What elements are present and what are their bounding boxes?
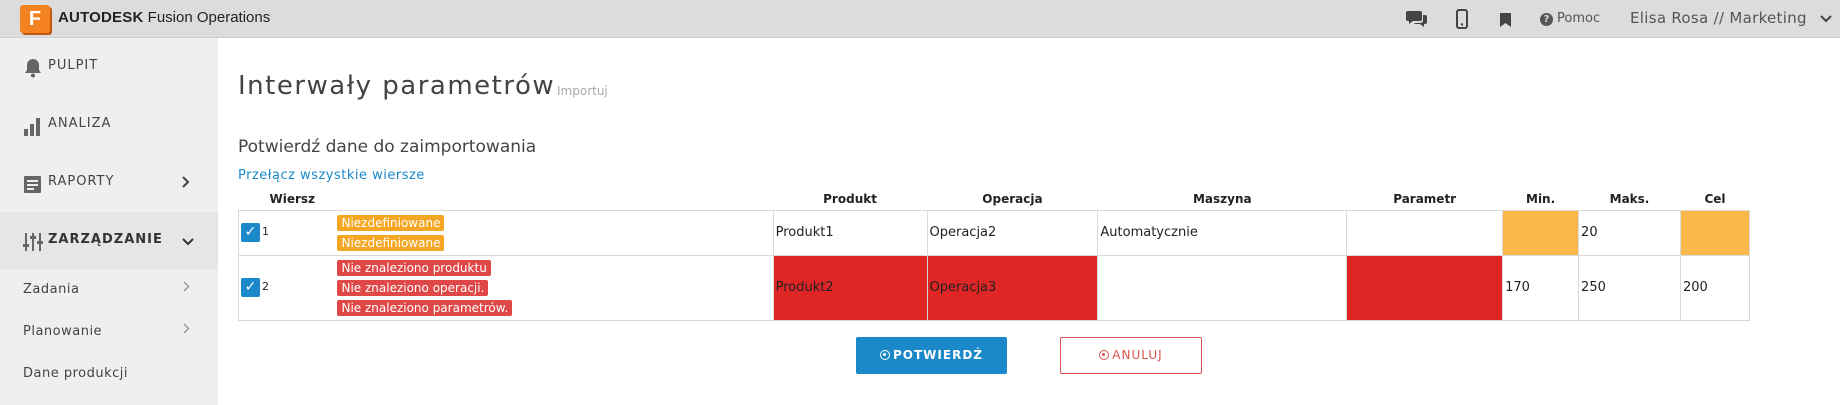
circle-dot-icon bbox=[880, 350, 890, 360]
row-checkbox[interactable]: ✓ bbox=[241, 223, 260, 242]
status-badge: Nie znaleziono operacji. bbox=[337, 279, 489, 296]
row-number: 1 bbox=[262, 225, 269, 238]
bell-icon bbox=[22, 57, 44, 79]
table-header-row: Wiersz Produkt Operacja Maszyna Parametr… bbox=[239, 188, 1750, 210]
bookmark-icon[interactable] bbox=[1500, 12, 1511, 31]
header-wiersz: Wiersz bbox=[269, 191, 316, 206]
row-status-cell: Nie znaleziono produktu Nie znaleziono o… bbox=[335, 254, 774, 321]
row-checkbox[interactable]: ✓ bbox=[241, 278, 260, 297]
brand-name: AUTODESK Fusion Operations bbox=[58, 9, 270, 26]
brand-product: Fusion Operations bbox=[147, 9, 271, 26]
top-bar: F AUTODESK Fusion Operations ? Pomoc Elis… bbox=[0, 0, 1840, 38]
sidebar-subitem-planowanie[interactable]: Planowanie bbox=[0, 312, 218, 352]
chevron-down-icon bbox=[182, 232, 194, 250]
sidebar-item-analiza[interactable]: ANALIZA bbox=[0, 96, 218, 154]
cell-parametr bbox=[1346, 254, 1504, 321]
cell-operacja: Operacja2 bbox=[926, 209, 1099, 256]
sidebar-item-raporty[interactable]: RAPORTY bbox=[0, 154, 218, 212]
cell-maszyna bbox=[1097, 254, 1348, 321]
confirm-label: POTWIERDŹ bbox=[893, 348, 983, 362]
status-badge: Niezdefiniowane bbox=[337, 214, 445, 231]
header-parametr: Parametr bbox=[1393, 191, 1457, 206]
user-menu[interactable]: Elisa Rosa // Marketing bbox=[1630, 9, 1832, 27]
row-select-cell: ✓ 2 bbox=[238, 254, 336, 321]
table-row: ✓ 2 Nie znaleziono produktu Nie znalezion… bbox=[238, 254, 1751, 321]
page-title: Interwały parametrów bbox=[238, 71, 556, 101]
toggle-all-rows-link[interactable]: Przełącz wszystkie wiersze bbox=[238, 168, 425, 183]
cell-produkt: Produkt1 bbox=[772, 209, 928, 256]
bar-chart-icon bbox=[22, 115, 44, 137]
cancel-label: ANULUJ bbox=[1112, 348, 1163, 362]
sidebar: PULPIT ANALIZA RAPORTY ZARZĄDZANIE Zadan… bbox=[0, 38, 218, 405]
header-produkt: Produkt bbox=[823, 191, 877, 206]
chat-icon[interactable] bbox=[1406, 8, 1428, 32]
sidebar-subitem-zadania[interactable]: Zadania bbox=[0, 270, 218, 310]
status-badge: Nie znaleziono parametrów. bbox=[337, 299, 513, 316]
mobile-icon[interactable] bbox=[1456, 9, 1468, 33]
question-icon: ? bbox=[1540, 13, 1553, 26]
header-empty bbox=[335, 188, 773, 210]
fusion-logo-icon[interactable]: F bbox=[20, 5, 50, 33]
sidebar-subitem-label: Dane produkcji bbox=[23, 366, 129, 381]
header-maszyna: Maszyna bbox=[1192, 191, 1252, 206]
cell-cel bbox=[1679, 209, 1751, 256]
section-subtitle: Potwierdź dane do zaimportowania bbox=[238, 137, 537, 157]
table-row: ✓ 1 Niezdefiniowane Niezdefiniowane Produ… bbox=[238, 209, 1751, 256]
cell-maks: 250 bbox=[1578, 254, 1681, 321]
sidebar-item-zarzadzanie[interactable]: ZARZĄDZANIE bbox=[0, 212, 218, 270]
cancel-button[interactable]: ANULUJ bbox=[1060, 337, 1202, 374]
cell-produkt: Produkt2 bbox=[772, 254, 928, 321]
sliders-icon bbox=[22, 231, 44, 253]
chevron-right-icon bbox=[183, 280, 190, 296]
circle-dot-icon bbox=[1099, 350, 1110, 360]
status-badge: Nie znaleziono produktu bbox=[337, 259, 491, 276]
chevron-right-icon bbox=[183, 322, 190, 338]
cell-cel: 200 bbox=[1679, 254, 1751, 321]
status-badge: Niezdefiniowane bbox=[337, 234, 445, 251]
cell-min: 170 bbox=[1502, 254, 1580, 321]
help-label: Pomoc bbox=[1557, 11, 1601, 26]
report-icon bbox=[22, 173, 44, 195]
sidebar-item-label: ANALIZA bbox=[48, 116, 112, 131]
sidebar-subitem-label: Zadania bbox=[23, 282, 80, 297]
brand-bold: AUTODESK bbox=[58, 9, 144, 26]
import-table: Wiersz Produkt Operacja Maszyna Parametr… bbox=[238, 188, 1751, 321]
cell-min bbox=[1502, 209, 1580, 256]
header-operacja: Operacja bbox=[982, 191, 1043, 206]
sidebar-item-label: ZARZĄDZANIE bbox=[48, 232, 163, 247]
header-maks: Maks. bbox=[1609, 191, 1650, 206]
row-select-cell: ✓ 1 bbox=[238, 209, 336, 256]
help-link[interactable]: ? Pomoc bbox=[1540, 11, 1600, 26]
cell-operacja: Operacja3 bbox=[926, 254, 1099, 321]
sidebar-item-pulpit[interactable]: PULPIT bbox=[0, 38, 218, 96]
confirm-button[interactable]: POTWIERDŹ bbox=[856, 337, 1007, 374]
sidebar-subitem-dane-produkcji[interactable]: Dane produkcji bbox=[0, 354, 218, 394]
cell-parametr bbox=[1346, 209, 1504, 256]
sidebar-subitem-label: Planowanie bbox=[23, 324, 103, 339]
row-number: 2 bbox=[262, 280, 269, 293]
cell-maszyna: Automatycznie bbox=[1097, 209, 1348, 256]
chevron-right-icon bbox=[182, 174, 190, 192]
sidebar-item-label: PULPIT bbox=[48, 58, 99, 73]
header-cel: Cel bbox=[1704, 191, 1726, 206]
chevron-down-icon bbox=[1820, 9, 1832, 27]
header-min: Min. bbox=[1526, 191, 1556, 206]
page-title-sub: Importuj bbox=[557, 84, 608, 98]
row-status-cell: Niezdefiniowane Niezdefiniowane bbox=[335, 209, 774, 256]
user-label: Elisa Rosa // Marketing bbox=[1630, 9, 1807, 27]
cell-maks: 20 bbox=[1578, 209, 1681, 256]
sidebar-item-label: RAPORTY bbox=[48, 174, 115, 189]
